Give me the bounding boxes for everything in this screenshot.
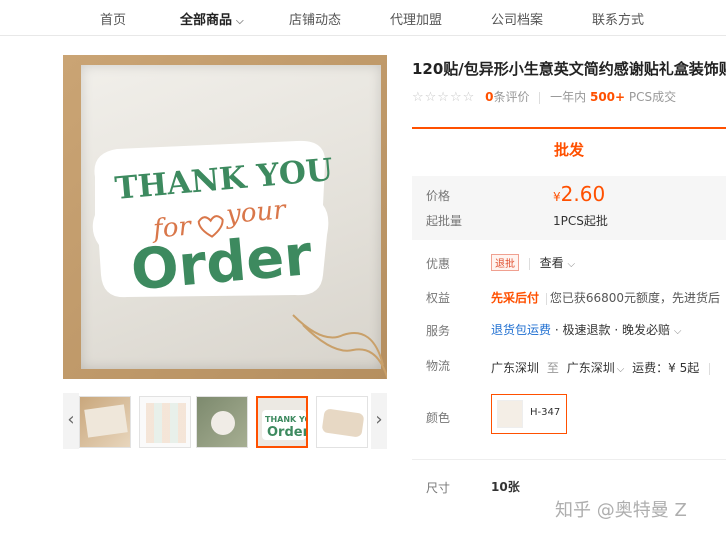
- divider: [709, 362, 711, 375]
- price-label: 价格: [426, 189, 451, 203]
- rights-row[interactable]: 先采后付 您已获66800元额度，先进货后: [491, 289, 720, 306]
- nav-home[interactable]: 首页: [100, 9, 126, 28]
- sales-label: PCS成交: [628, 90, 677, 104]
- nav-all-products[interactable]: 全部商品 ⌵: [180, 9, 244, 28]
- thumbnail-strip: ‹ THANK YOU Order ›: [63, 393, 387, 449]
- size-value: 10张: [491, 480, 520, 494]
- chevron-down-icon: ⌵: [236, 16, 244, 27]
- nav-contact[interactable]: 联系方式: [592, 9, 644, 28]
- star-rating-icon: ☆☆☆☆☆: [412, 90, 476, 105]
- divider: [528, 257, 530, 270]
- thumb-next-button[interactable]: ›: [371, 393, 387, 449]
- service-late-compensation: 晚发必赔: [622, 323, 671, 337]
- nav-company-profile[interactable]: 公司档案: [491, 9, 543, 28]
- sku-swatch-image: [497, 400, 523, 428]
- thumb-sticker-line-1: THANK YOU: [265, 415, 308, 424]
- currency-symbol: ¥: [553, 190, 561, 204]
- logistics-row: 广东深圳 至 广东深圳 ⌵ 运费：¥ 5起: [491, 359, 716, 376]
- price-amount: 2.60: [560, 182, 606, 206]
- thumbnail-3[interactable]: [196, 396, 248, 448]
- thumb-sticker-round: [211, 411, 235, 435]
- sku-code: H-347: [530, 407, 561, 418]
- ship-to-value: 广东深圳: [566, 361, 615, 375]
- thumbnail-1[interactable]: [79, 396, 131, 448]
- zhihu-watermark: 知乎 @奥特曼 Z: [555, 500, 687, 521]
- sku-option-h347[interactable]: H-347: [491, 394, 567, 434]
- twine-decoration: [292, 314, 387, 379]
- divider: [539, 91, 541, 104]
- nav-all-products-label: 全部商品: [180, 13, 233, 28]
- discount-view-link[interactable]: 查看 ⌵: [540, 256, 575, 270]
- nav-agency[interactable]: 代理加盟: [390, 9, 442, 28]
- wholesale-tab-label: 批发: [553, 141, 584, 159]
- product-main-image[interactable]: THANK YOU for your Order: [63, 55, 387, 379]
- thumbnail-5[interactable]: [316, 396, 368, 448]
- ship-to-select[interactable]: 广东深圳 ⌵: [567, 361, 625, 375]
- color-label: 颜色: [426, 411, 451, 425]
- thumb-thank-you-sticker: THANK YOU Order: [262, 410, 308, 440]
- dot-separator: ·: [614, 323, 619, 337]
- size-label: 尺寸: [426, 481, 451, 495]
- divider: [545, 292, 547, 305]
- divider-line: [412, 459, 726, 460]
- discount-view-label: 查看: [539, 256, 564, 270]
- moq-label: 起批量: [426, 214, 463, 228]
- logistics-label: 物流: [426, 359, 451, 373]
- rights-label: 权益: [426, 291, 451, 305]
- thumb-box-shape: [84, 404, 128, 438]
- ship-to-word: 至: [546, 361, 559, 375]
- pay-later-title: 先采后付: [491, 291, 540, 305]
- discount-tag: 退批: [491, 254, 519, 271]
- thumb-pouch-shape: [321, 408, 365, 438]
- sales-count: 500+: [589, 90, 626, 104]
- thumb-prev-button[interactable]: ‹: [63, 393, 79, 449]
- review-label[interactable]: 条评价: [493, 90, 529, 104]
- sales-period: 一年内: [550, 90, 587, 104]
- moq-value: 1PCS起批: [553, 214, 608, 228]
- chevron-down-icon: ⌵: [616, 364, 625, 375]
- dot-separator: ·: [554, 323, 559, 337]
- thumbnail-2[interactable]: [139, 396, 191, 448]
- chevron-down-icon: ⌵: [673, 326, 682, 337]
- service-return-shipping: 退货包运费: [491, 323, 552, 337]
- service-label: 服务: [426, 324, 451, 338]
- wholesale-tab[interactable]: 批发: [412, 127, 726, 167]
- ship-from: 广东深圳: [491, 361, 540, 375]
- discount-label: 优惠: [426, 257, 451, 271]
- price-panel: 价格 ¥2.60 起批量 1PCS起批: [412, 176, 726, 240]
- service-fast-refund: 极速退款: [562, 323, 611, 337]
- price-value: ¥2.60: [553, 182, 605, 206]
- thank-you-sticker: THANK YOU for your Order: [92, 140, 333, 303]
- thumbnail-4-selected[interactable]: THANK YOU Order: [256, 396, 308, 448]
- thumb-sticker-line-2: Order: [267, 425, 308, 440]
- service-row[interactable]: 退货包运费 · 极速退款 · 晚发必赔 ⌵: [491, 321, 681, 338]
- discount-row: 退批 查看 ⌵: [491, 254, 575, 271]
- product-title: 120贴/包异形小生意英文简约感谢贴礼盒装饰贴纸: [412, 60, 726, 78]
- shipping-fee: 运费：¥ 5起: [632, 361, 700, 375]
- nav-shop-news[interactable]: 店铺动态: [289, 9, 341, 28]
- pay-later-text: 您已获66800元额度，先进货后: [549, 291, 721, 305]
- thumb-sticker-sheet: [146, 403, 186, 443]
- rating-row: ☆☆☆☆☆ 0条评价 一年内 500+ PCS成交: [412, 88, 676, 105]
- shop-nav-bar: 首页 全部商品 ⌵ 店铺动态 代理加盟 公司档案 联系方式: [0, 0, 726, 36]
- chevron-down-icon: ⌵: [567, 259, 576, 270]
